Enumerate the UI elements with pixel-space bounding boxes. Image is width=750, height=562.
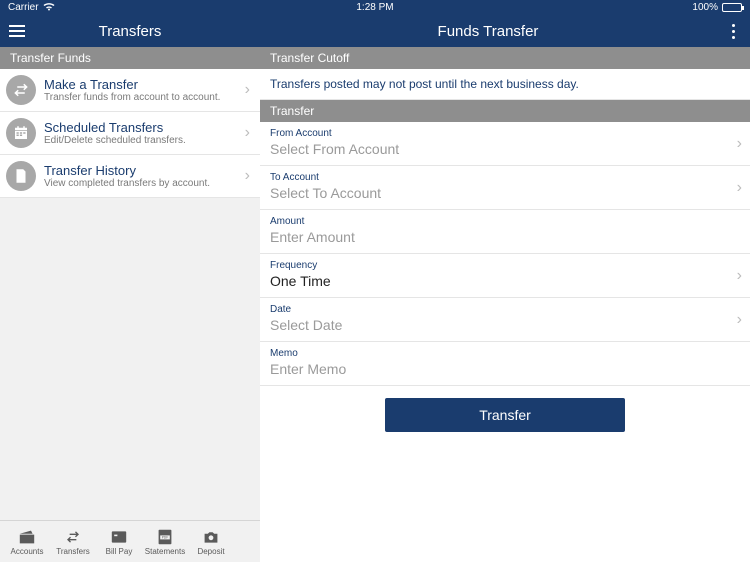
carrier-label: Carrier (8, 2, 39, 13)
field-value: Enter Amount (270, 229, 740, 245)
cutoff-message: Transfers posted may not post until the … (260, 69, 750, 100)
transfer-button[interactable]: Transfer (385, 398, 625, 432)
to-account-field[interactable]: To Account Select To Account › (260, 166, 750, 210)
chevron-right-icon: › (737, 311, 742, 329)
field-value: Enter Memo (270, 361, 740, 377)
memo-field[interactable]: Memo Enter Memo (260, 342, 750, 386)
tab-label: Statements (145, 547, 185, 556)
form-header: Transfer (260, 100, 750, 122)
sidebar-item-transfer-history[interactable]: Transfer History View completed transfer… (0, 155, 260, 198)
tab-label: Deposit (197, 547, 224, 556)
tab-label: Transfers (56, 547, 90, 556)
sidebar-item-title: Make a Transfer (44, 77, 243, 92)
tab-transfers[interactable]: Transfers (50, 528, 96, 556)
chevron-right-icon: › (737, 179, 742, 197)
tab-label: Accounts (11, 547, 44, 556)
tab-deposit[interactable]: Deposit (188, 528, 234, 556)
document-icon (6, 161, 36, 191)
date-field[interactable]: Date Select Date › (260, 298, 750, 342)
svg-text:PDF: PDF (162, 535, 168, 539)
menu-button[interactable] (0, 25, 34, 37)
status-bar: Carrier 1:28 PM 100% (0, 0, 750, 15)
tab-accounts[interactable]: Accounts (4, 528, 50, 556)
field-label: Date (270, 302, 740, 317)
tab-statements[interactable]: PDF Statements (142, 528, 188, 556)
sidebar-item-subtitle: Edit/Delete scheduled transfers. (44, 135, 243, 147)
frequency-field[interactable]: Frequency One Time › (260, 254, 750, 298)
billpay-icon (108, 528, 130, 546)
tab-bill-pay[interactable]: Bill Pay (96, 528, 142, 556)
transfer-arrows-icon (62, 528, 84, 546)
field-value: Select From Account (270, 141, 740, 157)
right-panel-title: Funds Transfer (260, 23, 716, 40)
wallet-icon (16, 528, 38, 546)
cutoff-header: Transfer Cutoff (260, 47, 750, 69)
pdf-icon: PDF (154, 528, 176, 546)
sidebar-section-header: Transfer Funds (0, 47, 260, 69)
calendar-icon (6, 118, 36, 148)
clock: 1:28 PM (356, 2, 393, 13)
wifi-icon (43, 2, 55, 14)
sidebar-item-subtitle: View completed transfers by account. (44, 178, 243, 190)
field-label: Amount (270, 214, 740, 229)
from-account-field[interactable]: From Account Select From Account › (260, 122, 750, 166)
more-button[interactable] (716, 24, 750, 39)
sidebar-item-title: Scheduled Transfers (44, 120, 243, 135)
bottom-tab-bar: Accounts Transfers Bill Pay PDF (0, 520, 260, 562)
field-value: Select Date (270, 317, 740, 333)
left-panel-title: Transfers (34, 23, 260, 40)
chevron-right-icon: › (243, 167, 252, 185)
sidebar-item-title: Transfer History (44, 163, 243, 178)
chevron-right-icon: › (243, 81, 252, 99)
field-label: To Account (270, 170, 740, 185)
battery-pct: 100% (692, 2, 718, 13)
main-content: Transfer Cutoff Transfers posted may not… (260, 47, 750, 562)
hamburger-icon (9, 25, 25, 37)
field-value: One Time (270, 273, 740, 289)
sidebar: Transfer Funds Make a Transfer Transfer … (0, 47, 260, 562)
chevron-right-icon: › (737, 135, 742, 153)
app-header: Transfers Funds Transfer (0, 15, 750, 47)
sidebar-item-scheduled-transfers[interactable]: Scheduled Transfers Edit/Delete schedule… (0, 112, 260, 155)
camera-icon (200, 528, 222, 546)
sidebar-item-make-transfer[interactable]: Make a Transfer Transfer funds from acco… (0, 69, 260, 112)
field-label: From Account (270, 126, 740, 141)
chevron-right-icon: › (243, 124, 252, 142)
transfer-arrows-icon (6, 75, 36, 105)
sidebar-item-subtitle: Transfer funds from account to account. (44, 92, 243, 104)
amount-field[interactable]: Amount Enter Amount (260, 210, 750, 254)
field-label: Memo (270, 346, 740, 361)
field-label: Frequency (270, 258, 740, 273)
field-value: Select To Account (270, 185, 740, 201)
chevron-right-icon: › (737, 267, 742, 285)
battery-icon (722, 3, 742, 12)
tab-label: Bill Pay (106, 547, 133, 556)
more-vertical-icon (732, 24, 735, 39)
